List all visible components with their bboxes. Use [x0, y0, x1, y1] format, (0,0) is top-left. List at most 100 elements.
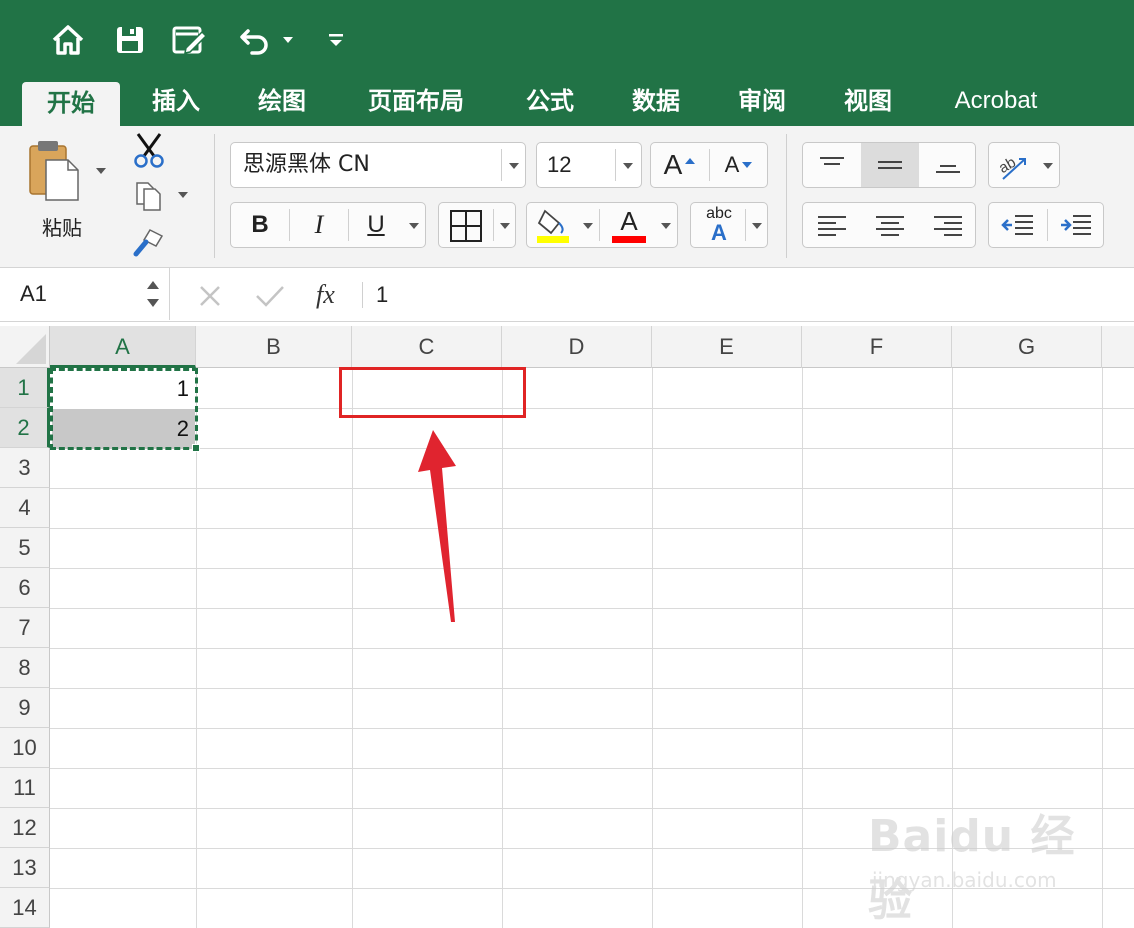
- gridline: [50, 808, 1134, 809]
- column-header-b[interactable]: B: [196, 326, 352, 368]
- tab-draw[interactable]: 绘图: [238, 80, 326, 126]
- fill-handle[interactable]: [192, 444, 200, 452]
- gridline: [50, 728, 1134, 729]
- gridline: [50, 888, 1134, 889]
- insert-function-icon[interactable]: fx: [316, 268, 335, 322]
- row-header-6[interactable]: 6: [0, 568, 50, 608]
- format-painter-icon[interactable]: [132, 226, 166, 258]
- gridline: [50, 848, 1134, 849]
- row-header-14[interactable]: 14: [0, 888, 50, 928]
- tab-page-layout[interactable]: 页面布局: [354, 80, 478, 126]
- gridline: [50, 568, 1134, 569]
- horizontal-align-group: [802, 202, 976, 248]
- undo-dropdown-icon[interactable]: [274, 22, 302, 58]
- worksheet-grid[interactable]: A B C D E F G 1 2 3 4 5 6 7 8 9 10 11 12…: [0, 326, 1134, 928]
- increase-indent-button[interactable]: [1047, 203, 1105, 247]
- font-name-select[interactable]: 思源黑体 CN: [230, 142, 526, 188]
- save-icon[interactable]: [112, 22, 148, 58]
- row-header-11[interactable]: 11: [0, 768, 50, 808]
- underline-button[interactable]: U: [349, 203, 403, 247]
- row-header-12[interactable]: 12: [0, 808, 50, 848]
- row-header-7[interactable]: 7: [0, 608, 50, 648]
- font-size-dropdown-icon[interactable]: [623, 163, 633, 169]
- row-header-8[interactable]: 8: [0, 648, 50, 688]
- column-header-e[interactable]: E: [652, 326, 802, 368]
- decrease-indent-button[interactable]: [989, 203, 1047, 247]
- ribbon-tabs: 开始 插入 绘图 页面布局 公式 数据 审阅 视图 Acrobat: [0, 80, 1134, 126]
- color-group: A: [526, 202, 678, 248]
- font-color-button[interactable]: A: [603, 203, 655, 247]
- italic-button[interactable]: I: [290, 203, 348, 247]
- copy-icon[interactable]: [134, 180, 164, 212]
- font-size-divider: [615, 149, 616, 181]
- vertical-align-group: [802, 142, 976, 188]
- tab-review[interactable]: 审阅: [718, 80, 806, 126]
- fill-color-button[interactable]: [527, 203, 579, 247]
- orientation-button[interactable]: ab: [988, 142, 1060, 188]
- row-header-4[interactable]: 4: [0, 488, 50, 528]
- formula-input[interactable]: 1: [376, 268, 388, 322]
- align-bottom-button[interactable]: [919, 143, 977, 187]
- align-top-button[interactable]: [803, 143, 861, 187]
- borders-button[interactable]: [438, 202, 516, 248]
- phonetic-dropdown-icon[interactable]: [752, 223, 762, 229]
- home-icon[interactable]: [50, 22, 86, 58]
- font-color-dropdown-icon[interactable]: [661, 223, 671, 229]
- column-header-c[interactable]: C: [352, 326, 502, 368]
- align-right-button[interactable]: [919, 203, 977, 247]
- column-header-d[interactable]: D: [502, 326, 652, 368]
- ribbon-separator: [786, 134, 787, 258]
- column-header-g[interactable]: G: [952, 326, 1102, 368]
- name-box[interactable]: A1: [0, 268, 170, 320]
- tab-data[interactable]: 数据: [612, 80, 700, 126]
- align-left-button[interactable]: [803, 203, 861, 247]
- paste-button[interactable]: [24, 138, 84, 204]
- underline-dropdown-icon[interactable]: [409, 223, 419, 229]
- row-header-9[interactable]: 9: [0, 688, 50, 728]
- grow-font-button[interactable]: A: [651, 143, 709, 187]
- column-header-f[interactable]: F: [802, 326, 952, 368]
- name-box-stepper-icon[interactable]: [146, 277, 160, 311]
- customize-icon[interactable]: [320, 22, 352, 58]
- column-header-h[interactable]: [1102, 326, 1134, 368]
- row-header-10[interactable]: 10: [0, 728, 50, 768]
- fill-color-dropdown-icon[interactable]: [583, 223, 593, 229]
- font-name-dropdown-icon[interactable]: [509, 163, 519, 169]
- phonetic-button[interactable]: abc A: [690, 202, 768, 248]
- align-center-icon: [876, 216, 904, 236]
- shrink-font-glyph: A: [724, 152, 740, 177]
- fill-font-color-divider: [599, 209, 600, 241]
- select-all-corner[interactable]: [0, 326, 50, 368]
- row-header-2[interactable]: 2: [0, 408, 50, 448]
- formula-bar: A1 fx 1: [0, 268, 1134, 322]
- bold-button[interactable]: B: [231, 203, 289, 247]
- tab-acrobat[interactable]: Acrobat: [934, 80, 1058, 126]
- font-size-select[interactable]: 12: [536, 142, 642, 188]
- svg-text:ab: ab: [996, 154, 1019, 177]
- row-header-3[interactable]: 3: [0, 448, 50, 488]
- align-middle-button[interactable]: [861, 143, 919, 187]
- paste-dropdown-icon[interactable]: [96, 168, 106, 174]
- undo-icon[interactable]: [236, 22, 272, 58]
- column-header-a[interactable]: A: [50, 326, 196, 368]
- tab-insert[interactable]: 插入: [132, 80, 220, 126]
- row-header-5[interactable]: 5: [0, 528, 50, 568]
- gridline: [50, 488, 1134, 489]
- row-header-13[interactable]: 13: [0, 848, 50, 888]
- shrink-font-button[interactable]: A: [710, 143, 768, 187]
- cancel-icon[interactable]: [196, 282, 224, 310]
- select-all-triangle-icon: [16, 334, 46, 364]
- tab-home[interactable]: 开始: [22, 82, 120, 126]
- tab-formulas[interactable]: 公式: [506, 80, 594, 126]
- orientation-dropdown-icon[interactable]: [1043, 163, 1053, 169]
- align-center-button[interactable]: [861, 203, 919, 247]
- edit-icon[interactable]: [172, 22, 208, 58]
- row-header-1[interactable]: 1: [0, 368, 50, 408]
- tab-view[interactable]: 视图: [824, 80, 912, 126]
- cut-icon[interactable]: [132, 132, 166, 168]
- copy-dropdown-icon[interactable]: [178, 192, 188, 198]
- gridline: [50, 408, 1134, 409]
- enter-icon[interactable]: [254, 282, 286, 310]
- title-bar: [0, 0, 1134, 80]
- borders-dropdown-icon[interactable]: [500, 223, 510, 229]
